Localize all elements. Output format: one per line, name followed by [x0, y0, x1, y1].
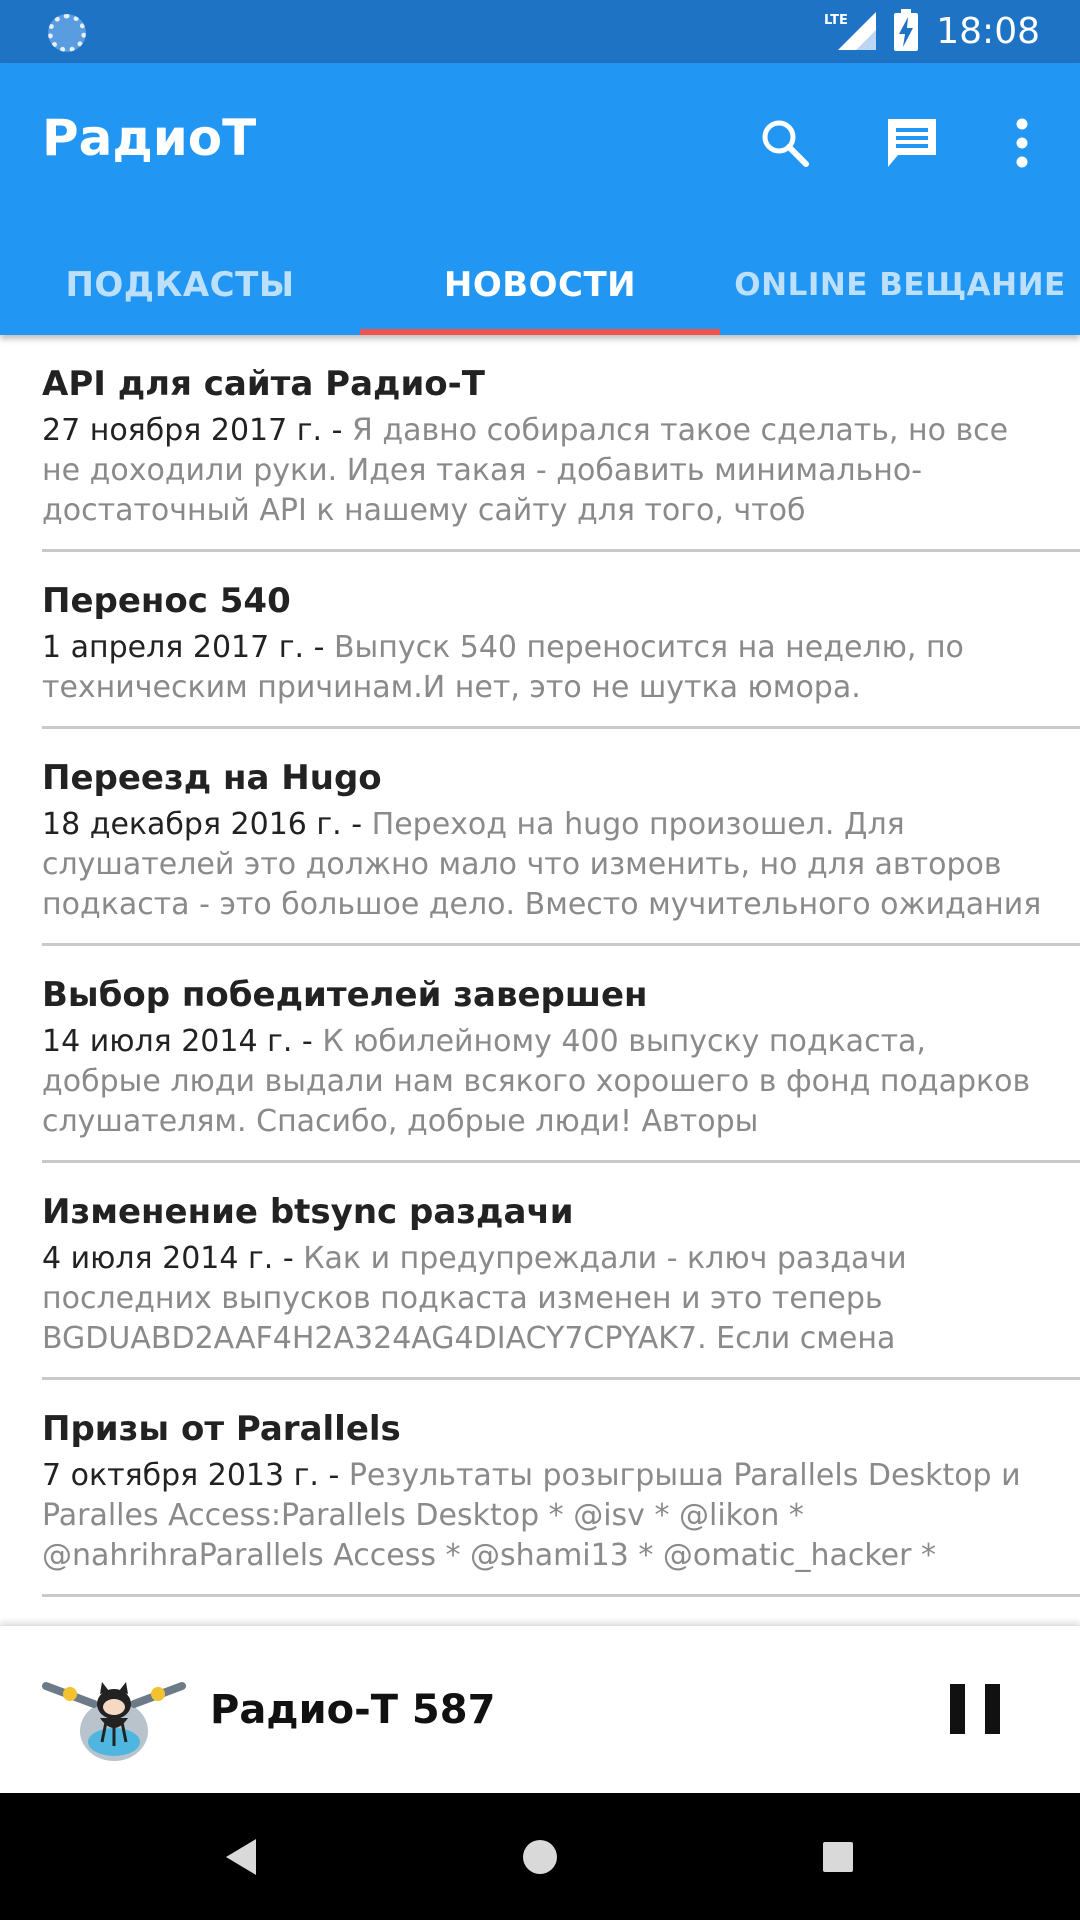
news-title: Выбор победителей завершен: [42, 975, 648, 1015]
home-icon: [523, 1840, 557, 1874]
app-title: РадиоТ: [42, 109, 257, 167]
now-playing-title: Радио-Т 587: [210, 1687, 496, 1733]
news-body: 14 июля 2014 г. - К юбилейному 400 выпус…: [42, 1022, 1080, 1142]
mini-player[interactable]: Радио-Т 587: [0, 1625, 1080, 1793]
news-item[interactable]: API для сайта Радио-Т 27 ноября 2017 г. …: [42, 335, 1080, 552]
overflow-menu-button[interactable]: [982, 103, 1062, 183]
news-date: 14 июля 2014 г. -: [42, 1024, 313, 1059]
tab-online[interactable]: ONLINE ВЕЩАНИЕ: [720, 235, 1080, 335]
tab-news[interactable]: НОВОСТИ: [360, 235, 720, 335]
back-button[interactable]: [210, 1827, 270, 1887]
news-title: Призы от Parallels: [42, 1409, 401, 1449]
news-date: 27 ноября 2017 г. -: [42, 413, 343, 448]
news-item[interactable]: Перенос 540 1 апреля 2017 г. - Выпуск 54…: [42, 552, 1080, 729]
tab-podcasts[interactable]: ПОДКАСТЫ: [0, 235, 360, 335]
recents-icon: [823, 1842, 853, 1872]
recents-button[interactable]: [808, 1827, 868, 1887]
pause-icon-bar-left: [950, 1684, 965, 1734]
news-body: 1 апреля 2017 г. - Выпуск 540 переноситс…: [42, 628, 1080, 708]
news-title: Изменение btsync раздачи: [42, 1192, 574, 1232]
news-body: 7 октября 2013 г. - Результаты розыгрыша…: [42, 1456, 1080, 1576]
home-button[interactable]: [510, 1827, 570, 1887]
chat-icon: [888, 119, 936, 167]
podcast-logo: [42, 1656, 187, 1766]
news-date: 4 июля 2014 г. -: [42, 1241, 294, 1276]
system-nav-bar: [0, 1793, 1080, 1920]
pause-button[interactable]: [950, 1684, 1000, 1736]
chat-button[interactable]: [872, 103, 952, 183]
news-title: API для сайта Радио-Т: [42, 364, 485, 404]
status-indicators: LTE 18:08: [824, 0, 1040, 63]
news-date: 18 декабря 2016 г. -: [42, 807, 363, 842]
news-body: 18 декабря 2016 г. - Переход на hugo про…: [42, 805, 1080, 925]
app-bar: РадиоТ ПОДКАСТЫ НОВОСТИ ONLINE ВЕЩАНИЕ: [0, 63, 1080, 335]
news-item[interactable]: Изменение btsync раздачи 4 июля 2014 г. …: [42, 1163, 1080, 1380]
svg-text:LTE: LTE: [824, 13, 848, 28]
news-body: 27 ноября 2017 г. - Я давно собирался та…: [42, 411, 1080, 531]
news-title: Переезд на Hugo: [42, 758, 382, 798]
news-list[interactable]: API для сайта Радио-Т 27 ноября 2017 г. …: [0, 335, 1080, 1625]
news-item[interactable]: Призы от Parallels 7 октября 2013 г. - Р…: [42, 1380, 1080, 1597]
search-button[interactable]: [745, 103, 825, 183]
news-date: 7 октября 2013 г. -: [42, 1458, 340, 1493]
news-body: 4 июля 2014 г. - Как и предупреждали - к…: [42, 1239, 1080, 1359]
tab-bar: ПОДКАСТЫ НОВОСТИ ONLINE ВЕЩАНИЕ: [0, 235, 1080, 335]
search-icon: [762, 120, 809, 167]
pause-icon-bar-right: [985, 1684, 1000, 1734]
news-title: Перенос 540: [42, 581, 291, 621]
lte-signal-icon: LTE: [824, 10, 877, 54]
battery-charging-icon: [894, 8, 919, 55]
news-item[interactable]: Переезд на Hugo 18 декабря 2016 г. - Пер…: [42, 729, 1080, 946]
clock: 18:08: [936, 11, 1040, 52]
news-item[interactable]: Выбор победителей завершен 14 июля 2014 …: [42, 946, 1080, 1163]
back-icon: [226, 1839, 256, 1875]
sync-icon: [48, 14, 86, 52]
more-vert-icon: [1016, 118, 1028, 168]
news-date: 1 апреля 2017 г. -: [42, 630, 325, 665]
status-bar: LTE 18:08: [0, 0, 1080, 63]
